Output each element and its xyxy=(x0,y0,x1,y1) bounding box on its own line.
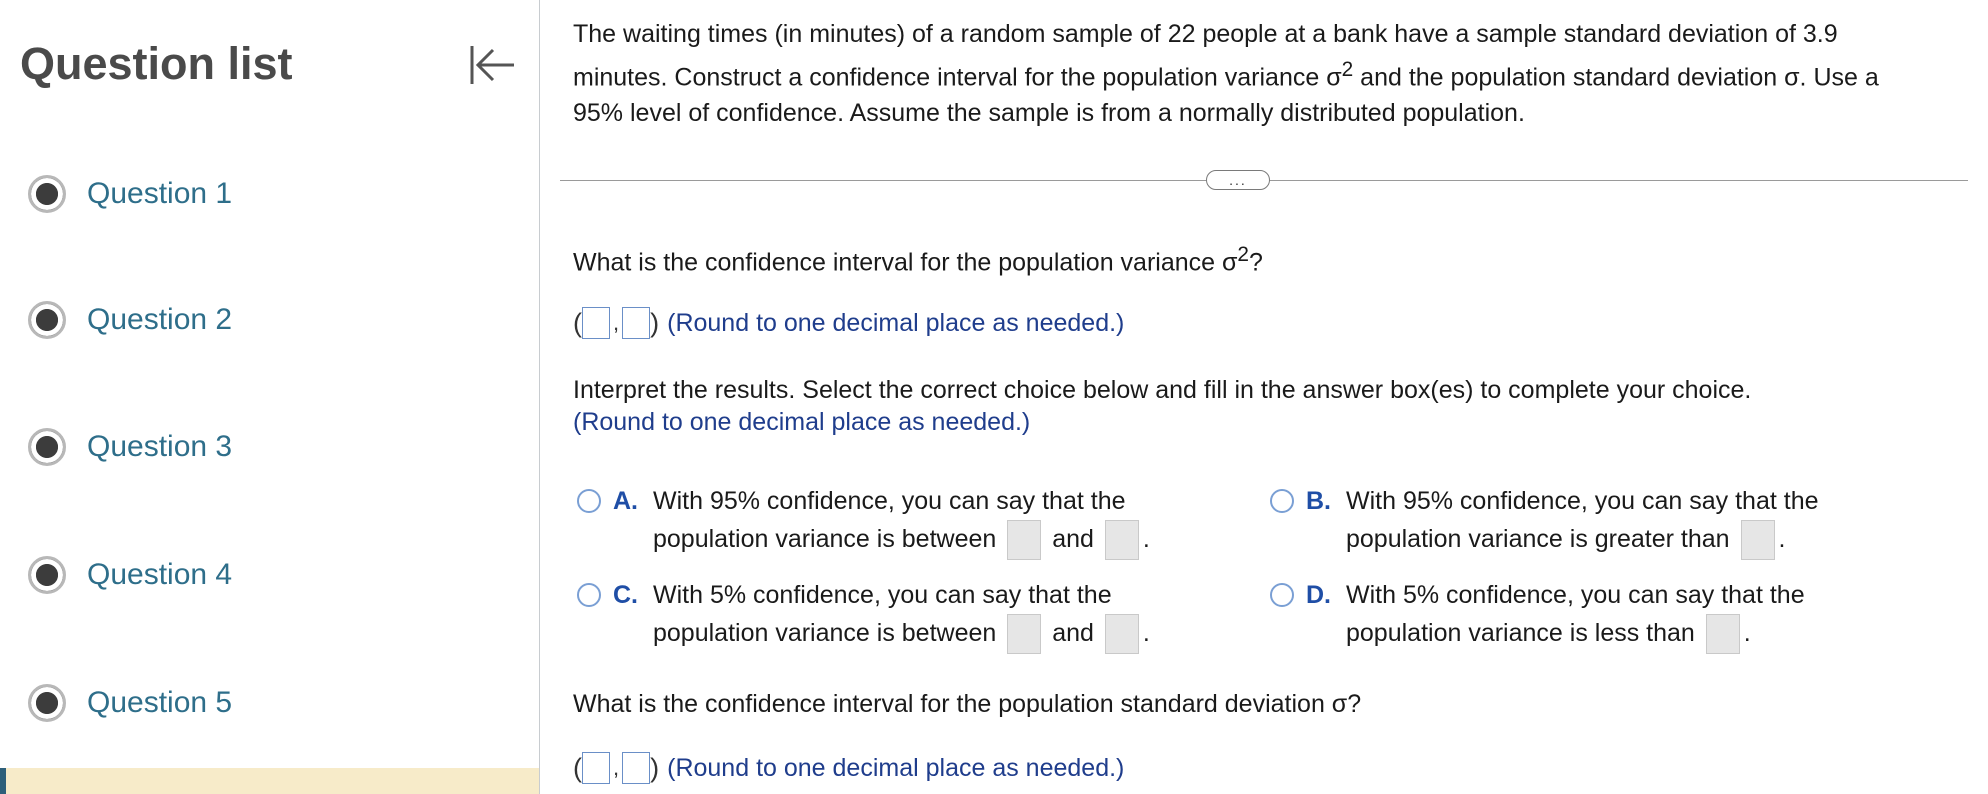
period: . xyxy=(1142,619,1150,647)
comma: , xyxy=(613,310,620,335)
sd-upper-input[interactable] xyxy=(622,752,651,784)
question-list-item-1[interactable]: Question 1 xyxy=(28,170,232,218)
expand-more-button[interactable]: ... xyxy=(1206,170,1270,190)
sd-interval-row: ( , ) (Round to one decimal place as nee… xyxy=(573,752,1124,784)
choice-line-2-text: population variance is greater than xyxy=(1346,525,1730,553)
choice-letter: D. xyxy=(1306,581,1331,609)
collapse-sidebar-button[interactable] xyxy=(466,40,520,90)
and-text: and xyxy=(1052,619,1094,647)
question-list-item-2[interactable]: Question 2 xyxy=(28,296,232,344)
choice-line-2: population variance is less than . xyxy=(1346,614,1805,655)
choice-line-2: population variance is between and . xyxy=(653,614,1150,655)
choice-c[interactable]: C. With 5% confidence, you can say that … xyxy=(577,576,1150,655)
open-paren: ( xyxy=(573,752,582,783)
part2-prompt: What is the confidence interval for the … xyxy=(573,690,1362,718)
question-content: The waiting times (in minutes) of a rand… xyxy=(540,0,1988,794)
part1-superscript: 2 xyxy=(1237,243,1250,266)
round-hint: (Round to one decimal place as needed.) xyxy=(667,308,1125,337)
choice-line-2: population variance is greater than . xyxy=(1346,520,1819,561)
choice-c-upper-input[interactable] xyxy=(1104,614,1139,655)
completed-radio-icon xyxy=(28,301,66,339)
choice-line-1: With 95% confidence, you can say that th… xyxy=(653,487,1126,515)
choice-text: With 5% confidence, you can say that the… xyxy=(653,576,1150,655)
question-list-item-3[interactable]: Question 3 xyxy=(28,423,232,471)
stem-line-2-text-a: minutes. Construct a confidence interval… xyxy=(573,63,1342,92)
question-list-item-5[interactable]: Question 5 xyxy=(28,679,232,727)
current-marker xyxy=(0,768,6,794)
question-label: Question 5 xyxy=(87,686,233,719)
choice-a[interactable]: A. With 95% confidence, you can say that… xyxy=(577,482,1150,561)
period: . xyxy=(1743,619,1751,647)
question-stem: The waiting times (in minutes) of a rand… xyxy=(573,16,1973,131)
variance-upper-input[interactable] xyxy=(622,307,651,339)
variance-interval-row: ( , ) (Round to one decimal place as nee… xyxy=(573,307,1124,339)
choice-c-lower-input[interactable] xyxy=(1007,614,1042,655)
choice-a-upper-input[interactable] xyxy=(1104,520,1139,561)
part1-prompt: What is the confidence interval for the … xyxy=(573,243,1263,277)
completed-radio-icon xyxy=(28,175,66,213)
stem-line-3: 95% level of confidence. Assume the samp… xyxy=(573,99,1525,128)
close-paren: ) xyxy=(650,307,660,338)
choice-b[interactable]: B. With 95% confidence, you can say that… xyxy=(1270,482,1819,561)
choice-text: With 5% confidence, you can say that the… xyxy=(1346,576,1805,655)
choice-letter: C. xyxy=(613,581,638,609)
completed-radio-icon xyxy=(28,684,66,722)
choice-b-radio[interactable] xyxy=(1270,489,1294,513)
period: . xyxy=(1778,525,1786,553)
choice-line-2-text: population variance is less than xyxy=(1346,619,1695,647)
stem-line-2-text-b: and the population standard deviation σ.… xyxy=(1353,63,1879,92)
choice-line-1: With 5% confidence, you can say that the xyxy=(653,581,1112,609)
question-label: Question 2 xyxy=(87,303,233,336)
part1-text-a: What is the confidence interval for the … xyxy=(573,248,1238,277)
choice-line-2-text: population variance is between xyxy=(653,525,997,553)
comma: , xyxy=(613,755,620,780)
question-list-sidebar: Question list Question 1 Question 2 Ques… xyxy=(0,0,540,794)
choice-text: With 95% confidence, you can say that th… xyxy=(653,482,1150,561)
choice-d-radio[interactable] xyxy=(1270,583,1294,607)
stem-line-1: The waiting times (in minutes) of a rand… xyxy=(573,20,1838,48)
round-hint: (Round to one decimal place as needed.) xyxy=(573,408,1031,436)
question-label: Question 3 xyxy=(87,430,233,463)
choice-a-radio[interactable] xyxy=(577,489,601,513)
completed-radio-icon xyxy=(28,556,66,594)
choice-letter: B. xyxy=(1306,487,1331,515)
sd-lower-input[interactable] xyxy=(582,752,610,784)
choice-line-1: With 5% confidence, you can say that the xyxy=(1346,581,1805,609)
choice-text: With 95% confidence, you can say that th… xyxy=(1346,482,1819,561)
part1-text-b: ? xyxy=(1249,248,1263,277)
current-question-indicator[interactable] xyxy=(0,768,539,794)
variance-lower-input[interactable] xyxy=(582,307,610,339)
collapse-left-icon xyxy=(470,46,514,84)
sidebar-title: Question list xyxy=(20,38,293,89)
choice-letter: A. xyxy=(613,487,638,515)
close-paren: ) xyxy=(650,752,660,783)
period: . xyxy=(1142,525,1150,553)
stem-superscript: 2 xyxy=(1341,58,1354,81)
choice-line-2-text: population variance is between xyxy=(653,619,997,647)
choice-d[interactable]: D. With 5% confidence, you can say that … xyxy=(1270,576,1805,655)
choice-a-lower-input[interactable] xyxy=(1007,520,1042,561)
stem-line-2: minutes. Construct a confidence interval… xyxy=(573,52,1973,95)
question-list-item-4[interactable]: Question 4 xyxy=(28,551,232,599)
choice-line-1: With 95% confidence, you can say that th… xyxy=(1346,487,1819,515)
question-label: Question 4 xyxy=(87,558,233,591)
and-text: and xyxy=(1052,525,1094,553)
round-hint: (Round to one decimal place as needed.) xyxy=(667,753,1125,782)
choice-line-2: population variance is between and . xyxy=(653,520,1150,561)
completed-radio-icon xyxy=(28,428,66,466)
interpret-prompt: Interpret the results. Select the correc… xyxy=(573,376,1752,404)
choice-d-input[interactable] xyxy=(1705,614,1740,655)
choice-b-input[interactable] xyxy=(1740,520,1775,561)
question-label: Question 1 xyxy=(87,177,233,210)
choice-c-radio[interactable] xyxy=(577,583,601,607)
open-paren: ( xyxy=(573,307,582,338)
